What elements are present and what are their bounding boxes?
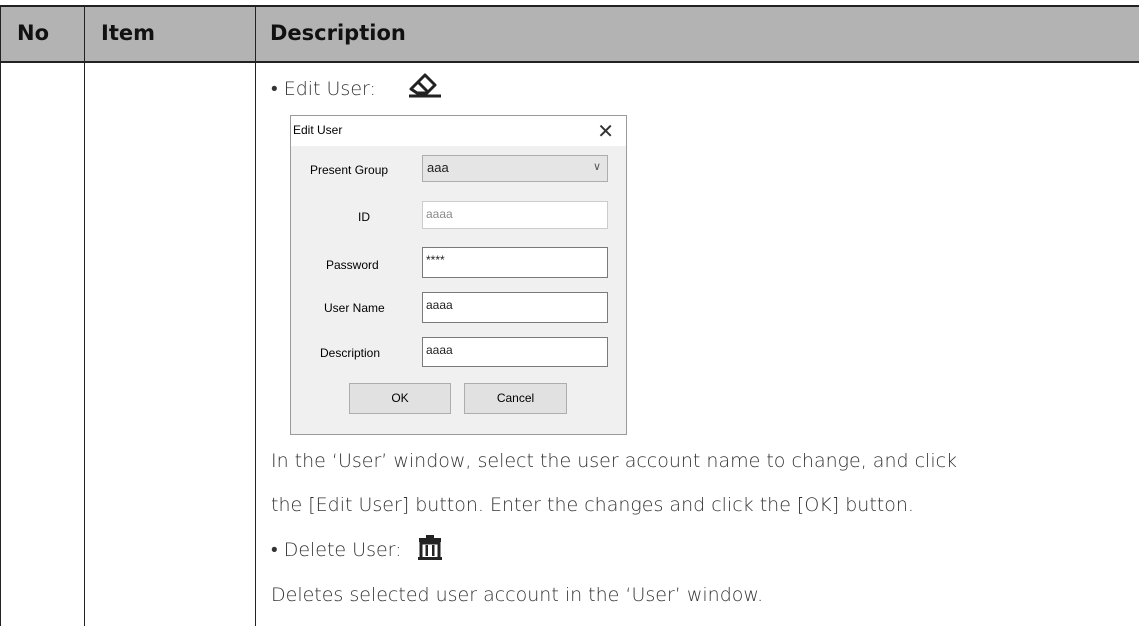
dialog-title: Edit User: [293, 123, 343, 137]
description-label: Description: [320, 346, 381, 360]
delete-user-paragraph: Deletes selected user account in the ‘Us…: [271, 584, 764, 606]
user-name-field[interactable]: aaaa: [422, 292, 608, 323]
description-field[interactable]: aaaa: [422, 337, 608, 367]
close-icon[interactable]: ✕: [597, 119, 614, 144]
present-group-label: Present Group: [310, 163, 389, 177]
edit-user-dialog: Edit User ✕ Present Group aaa ∨ ID aaaa …: [290, 115, 627, 435]
present-group-value: aaa: [427, 160, 449, 175]
header-no: No: [17, 21, 50, 45]
column-divider-no: [84, 5, 85, 626]
edit-user-paragraph-line2: the [Edit User] button. Enter the change…: [271, 494, 914, 516]
chevron-down-icon: ∨: [592, 161, 601, 173]
column-divider-item: [255, 5, 256, 626]
eraser-icon: [409, 73, 441, 98]
password-field[interactable]: ****: [422, 247, 608, 278]
cancel-button[interactable]: Cancel: [464, 383, 567, 414]
id-field: aaaa: [422, 201, 608, 229]
user-name-label: User Name: [324, 301, 385, 315]
trash-icon: [418, 535, 442, 560]
edit-user-paragraph-line1: In the ‘User’ window, select the user ac…: [271, 450, 958, 472]
header-description: Description: [270, 21, 406, 45]
present-group-select[interactable]: aaa ∨: [422, 155, 608, 182]
header-item: Item: [101, 21, 155, 45]
ok-button[interactable]: OK: [349, 383, 451, 414]
id-label: ID: [358, 210, 370, 224]
delete-user-bullet: • Delete User:: [271, 539, 402, 561]
table-header: No Item Description: [0, 5, 1139, 63]
table-border-left: [0, 5, 1, 626]
password-label: Password: [326, 258, 379, 272]
dialog-title-bar: Edit User ✕: [291, 116, 626, 146]
edit-user-bullet: • Edit User:: [271, 78, 376, 100]
